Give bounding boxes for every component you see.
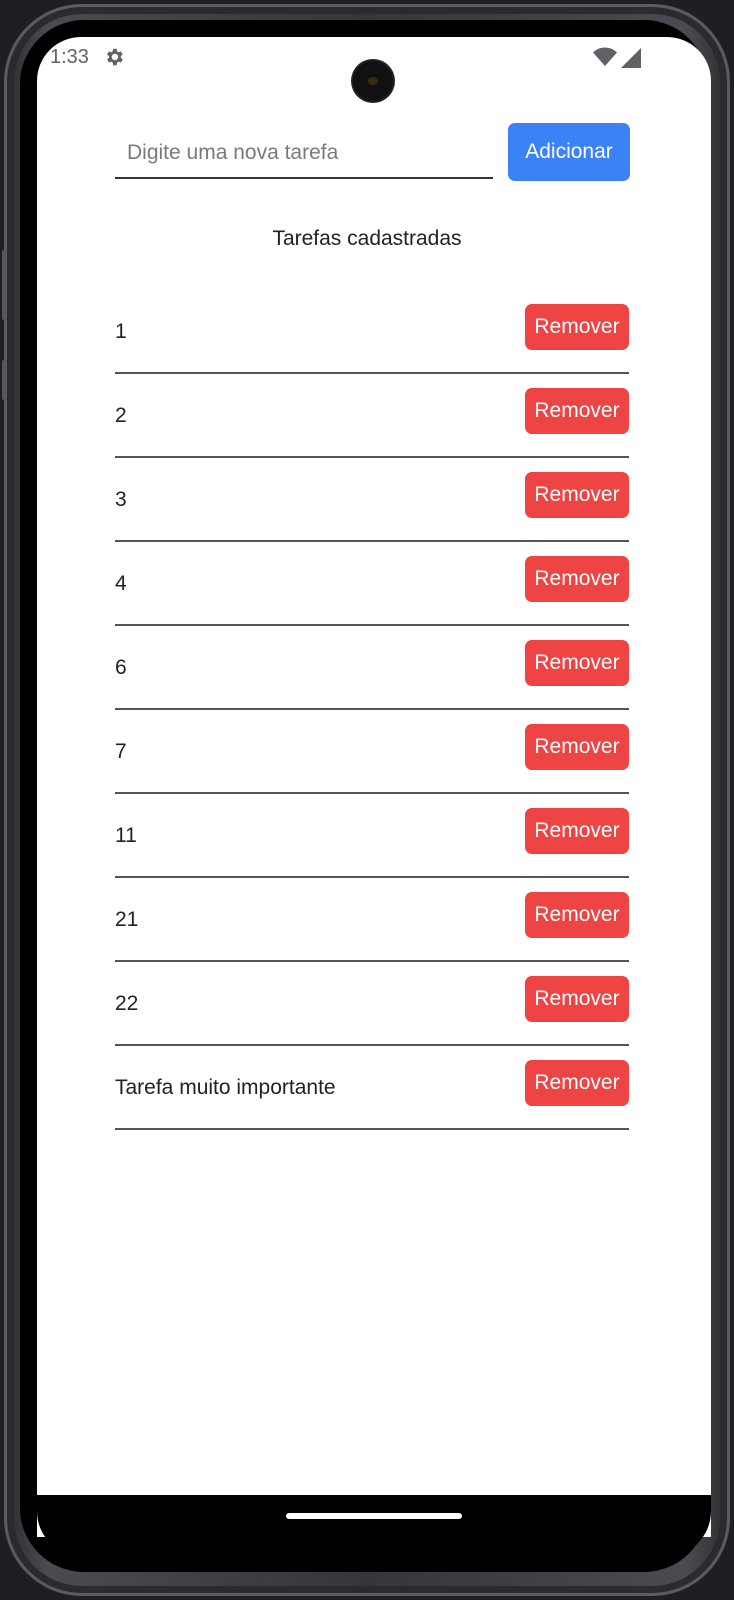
task-label: 6: [115, 656, 127, 679]
remove-task-button[interactable]: Remover: [525, 1060, 629, 1106]
task-label: 3: [115, 488, 127, 511]
task-row: 3 Remover: [115, 458, 629, 542]
task-list: 1 Remover 2 Remover 3 Remover 4 Remover 6 Remover…: [115, 290, 629, 1130]
wifi-icon: [593, 47, 617, 66]
gear-icon: [107, 48, 123, 66]
task-row: 2 Remover: [115, 374, 629, 458]
home-indicator[interactable]: [286, 1513, 462, 1519]
remove-task-button[interactable]: Remover: [525, 976, 629, 1022]
task-row: 7 Remover: [115, 710, 629, 794]
task-label: 4: [115, 572, 127, 595]
remove-task-button[interactable]: Remover: [525, 304, 629, 350]
task-label: 11: [115, 824, 137, 847]
task-row: 1 Remover: [115, 290, 629, 374]
task-label: 2: [115, 404, 127, 427]
task-label: 1: [115, 320, 127, 343]
power-button: [2, 360, 6, 400]
remove-task-button[interactable]: Remover: [525, 808, 629, 854]
task-row: 11 Remover: [115, 794, 629, 878]
task-label: Tarefa muito importante: [115, 1076, 336, 1099]
remove-task-button[interactable]: Remover: [525, 724, 629, 770]
new-task-input[interactable]: [115, 129, 493, 179]
status-time: 1:33: [50, 46, 89, 68]
task-label: 7: [115, 740, 127, 763]
navigation-bar: [37, 1495, 711, 1557]
remove-task-button[interactable]: Remover: [525, 556, 629, 602]
task-list-title: Tarefas cadastradas: [272, 227, 462, 250]
remove-task-button[interactable]: Remover: [525, 892, 629, 938]
task-label: 21: [115, 908, 139, 931]
task-row: 21 Remover: [115, 878, 629, 962]
add-task-button[interactable]: Adicionar: [508, 123, 630, 181]
task-row: 22 Remover: [115, 962, 629, 1046]
app-screen: 1:33 Adicionar Tarefas cadastradas 1 Remo…: [37, 37, 711, 1537]
task-row: 6 Remover: [115, 626, 629, 710]
volume-button: [2, 250, 6, 320]
task-row: Tarefa muito importante Remover: [115, 1046, 629, 1130]
remove-task-button[interactable]: Remover: [525, 388, 629, 434]
signal-icon: [621, 48, 641, 68]
remove-task-button[interactable]: Remover: [525, 472, 629, 518]
front-camera: [353, 61, 393, 101]
task-label: 22: [115, 992, 139, 1015]
task-row: 4 Remover: [115, 542, 629, 626]
remove-task-button[interactable]: Remover: [525, 640, 629, 686]
